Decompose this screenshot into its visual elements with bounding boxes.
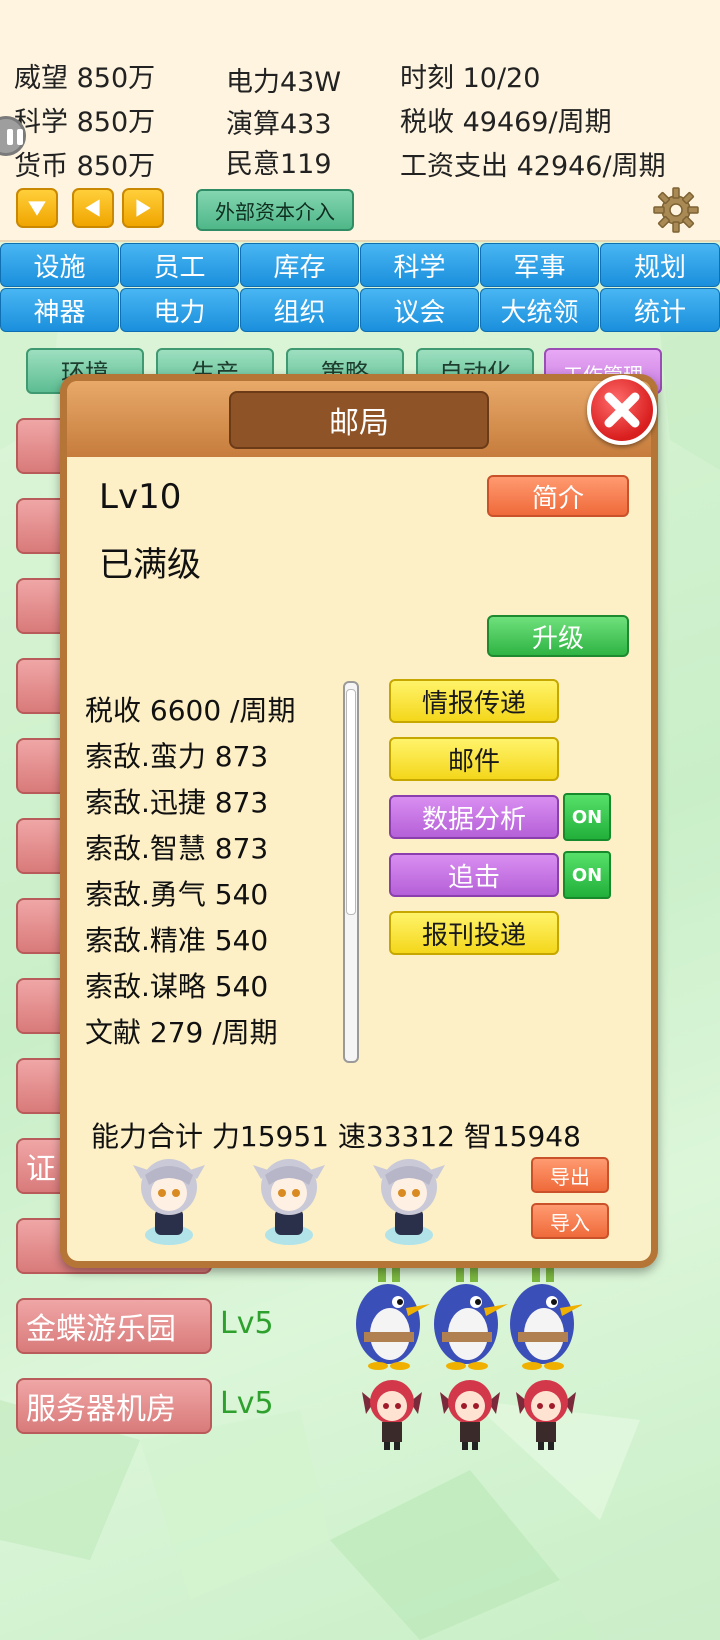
stat-line: 索敌.谋略 540	[85, 970, 269, 1003]
tab-military[interactable]: 军事	[480, 243, 599, 287]
tab-science[interactable]: 科学	[360, 243, 479, 287]
chase-button[interactable]: 追击	[389, 853, 559, 897]
staff-sprites	[133, 1159, 445, 1245]
gear-icon[interactable]	[652, 186, 700, 234]
prestige-stat: 威望 850万	[14, 63, 156, 94]
close-icon	[604, 392, 640, 428]
dialog-header: 邮局	[67, 381, 651, 457]
stat-line: 索敌.蛮力 873	[85, 740, 269, 773]
close-button[interactable]	[587, 375, 657, 445]
stat-scrollbar[interactable]	[343, 681, 359, 1063]
demon-girl-sprites	[362, 1380, 576, 1450]
intro-button[interactable]: 简介	[487, 475, 629, 517]
triangle-down-icon	[28, 201, 46, 216]
tab-planning[interactable]: 规划	[600, 243, 720, 287]
triangle-right-icon	[136, 199, 151, 217]
upgrade-button[interactable]: 升级	[487, 615, 629, 657]
status-panel: 威望 850万 科学 850万 货币 850万 电力43W 演算433 民意11…	[0, 0, 720, 242]
newspaper-delivery-button[interactable]: 报刊投递	[389, 911, 559, 955]
facility-amusement-park-button[interactable]: 金蝶游乐园	[16, 1298, 212, 1354]
data-analysis-toggle[interactable]: ON	[563, 793, 611, 841]
science-stat: 科学 850万	[14, 107, 156, 138]
stat-list[interactable]: 税收 6600 /周期 索敌.蛮力 873 索敌.迅捷 873 索敌.智慧 87…	[85, 671, 347, 1067]
data-analysis-button[interactable]: 数据分析	[389, 795, 559, 839]
building-level: Lv10	[99, 477, 182, 517]
external-capital-button[interactable]: 外部资本介入	[196, 189, 354, 231]
max-level-text: 已满级	[99, 545, 201, 585]
stat-line: 索敌.迅捷 873	[85, 786, 269, 819]
tab-organization[interactable]: 组织	[240, 288, 359, 332]
tab-artifacts[interactable]: 神器	[0, 288, 119, 332]
scroll-thumb[interactable]	[346, 689, 356, 915]
dialog-title: 邮局	[229, 391, 489, 449]
facility-server-room-button[interactable]: 服务器机房	[16, 1378, 212, 1434]
triangle-left-icon	[85, 199, 100, 217]
tab-statistics[interactable]: 统计	[600, 288, 720, 332]
stat-line: 索敌.勇气 540	[85, 878, 269, 911]
mail-button[interactable]: 邮件	[389, 737, 559, 781]
stat-line: 税收 6600 /周期	[85, 694, 296, 727]
tab-staff[interactable]: 员工	[120, 243, 239, 287]
arrow-left-button[interactable]	[72, 188, 114, 228]
import-button[interactable]: 导入	[531, 1203, 609, 1239]
tab-facilities[interactable]: 设施	[0, 243, 119, 287]
opinion-stat: 民意119	[226, 149, 332, 180]
wages-stat: 工资支出 42946/周期	[400, 151, 666, 182]
stat-line: 索敌.智慧 873	[85, 832, 269, 865]
post-office-dialog: 邮局 Lv10 已满级 简介 升级 税收 6600 /周期 索敌.蛮力 873 …	[60, 374, 658, 1268]
tab-inventory[interactable]: 库存	[240, 243, 359, 287]
currency-stat: 货币 850万	[14, 151, 156, 182]
creature-feet	[378, 1268, 554, 1282]
stat-line: 索敌.精准 540	[85, 924, 269, 957]
tab-parliament[interactable]: 议会	[360, 288, 479, 332]
arrow-right-button[interactable]	[122, 188, 164, 228]
facility-level: Lv5	[220, 1386, 274, 1421]
export-button[interactable]: 导出	[531, 1157, 609, 1193]
ability-total: 能力合计 力15951 速33312 智15948	[91, 1120, 581, 1153]
intel-transfer-button[interactable]: 情报传递	[389, 679, 559, 723]
compute-stat: 演算433	[226, 109, 332, 140]
chase-toggle[interactable]: ON	[563, 851, 611, 899]
tax-stat: 税收 49469/周期	[400, 107, 612, 138]
tab-president[interactable]: 大统领	[480, 288, 599, 332]
arrow-down-button[interactable]	[16, 188, 58, 228]
facility-level: Lv5	[220, 1306, 274, 1341]
power-stat: 电力43W	[226, 67, 342, 98]
time-stat: 时刻 10/20	[400, 63, 541, 94]
tab-power[interactable]: 电力	[120, 288, 239, 332]
stat-line: 文献 279 /周期	[85, 1016, 278, 1049]
